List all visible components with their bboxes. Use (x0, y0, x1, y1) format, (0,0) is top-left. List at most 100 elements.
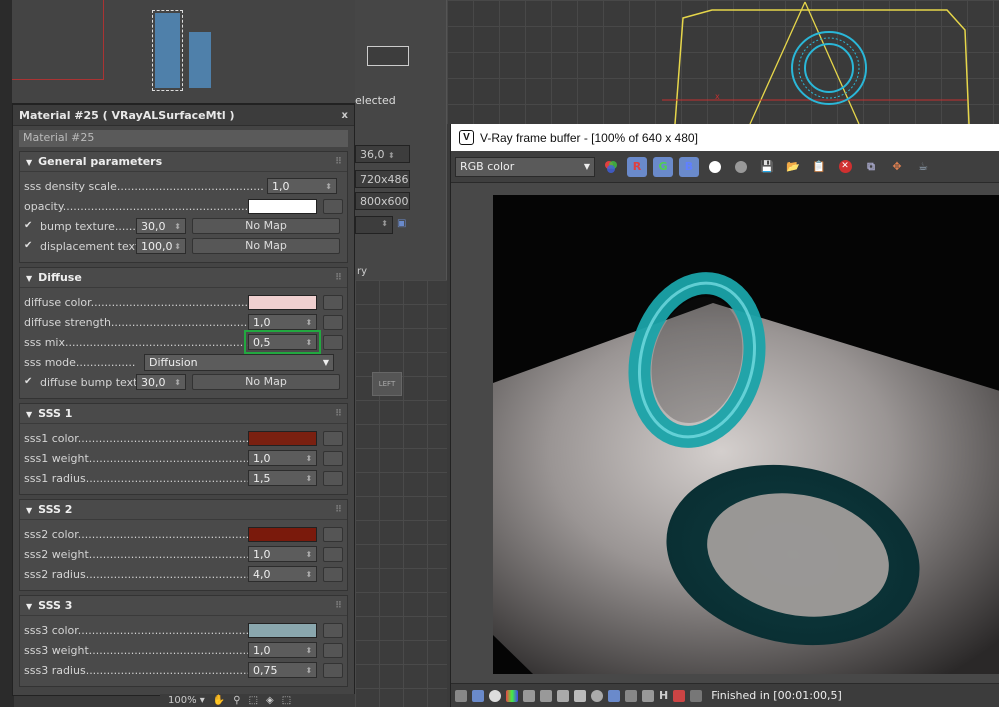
preview-swatch[interactable] (189, 32, 211, 88)
diffuse-strength-spinner[interactable]: 1,0 ⬍ (248, 314, 318, 330)
rollout-header-diffuse[interactable]: ▼ Diffuse ⠿ (20, 268, 347, 288)
bump-amount-spinner[interactable]: 30,0 ⬍ (136, 218, 186, 234)
sss-mode-dropdown[interactable]: Diffusion ▼ (144, 353, 334, 371)
spinner-arrows-icon[interactable]: ⬍ (306, 318, 313, 327)
render-image[interactable] (493, 195, 999, 674)
spinner-arrows-icon[interactable]: ⬍ (306, 338, 313, 347)
h-button[interactable]: H (659, 689, 668, 702)
spinner-arrows-icon[interactable]: ⬍ (174, 378, 181, 387)
sss1-radius-map-button[interactable] (323, 470, 343, 486)
hsl-icon[interactable] (523, 689, 535, 702)
sss1-weight-spinner[interactable]: 1,0 ⬍ (248, 450, 318, 466)
close-icon[interactable]: x (342, 110, 348, 121)
sss3-radius-map-button[interactable] (323, 662, 343, 678)
diffuse-bump-map-button[interactable]: No Map (192, 374, 340, 390)
track-mouse-icon[interactable]: ✥ (887, 157, 907, 177)
cube-icon[interactable]: ◈ (266, 695, 274, 706)
diffuse-bump-spinner[interactable]: 30,0 ⬍ (136, 374, 186, 390)
drag-handle-icon[interactable]: ⠿ (335, 409, 342, 419)
output-field[interactable] (367, 46, 409, 66)
clear-image-icon[interactable]: ✕ (835, 157, 855, 177)
curves-icon[interactable] (557, 689, 569, 702)
alpha-channel-icon[interactable] (705, 157, 725, 177)
region-icon[interactable] (690, 689, 703, 702)
lut-icon[interactable] (625, 689, 637, 702)
sss-mix-map-button[interactable] (323, 334, 343, 350)
sss3-weight-spinner[interactable]: 1,0 ⬍ (248, 642, 318, 658)
spinner-arrows-icon[interactable]: ⬍ (306, 474, 313, 483)
sss2-color-swatch[interactable] (248, 526, 318, 542)
rollout-header-sss1[interactable]: ▼ SSS 1 ⠿ (20, 404, 347, 424)
rollout-header-general[interactable]: ▼ General parameters ⠿ (20, 152, 347, 172)
spinner-arrows-icon[interactable]: ⬍ (306, 570, 313, 579)
bump-map-button[interactable]: No Map (192, 218, 340, 234)
rollout-header-sss2[interactable]: ▼ SSS 2 ⠿ (20, 500, 347, 520)
resolution-preset-1[interactable]: 720x486 (355, 170, 410, 188)
mono-channel-icon[interactable] (731, 157, 751, 177)
fit-icon[interactable]: ⬚ (282, 695, 291, 706)
spinner-arrows-icon[interactable]: ⬍ (174, 222, 181, 231)
opacity-color-swatch[interactable] (248, 198, 318, 214)
open-folder-icon[interactable]: 📂 (783, 157, 803, 177)
drag-handle-icon[interactable]: ⠿ (335, 157, 342, 167)
spinner-arrows-icon[interactable]: ⬍ (306, 666, 313, 675)
spinner-arrows-icon[interactable]: ⬍ (325, 182, 332, 191)
history-icon[interactable] (472, 689, 484, 702)
spinner-arrows-icon[interactable]: ⬍ (306, 550, 313, 559)
spinner-arrows-icon[interactable]: ⬍ (306, 454, 313, 463)
exposure-icon[interactable] (574, 689, 586, 702)
sss2-weight-spinner[interactable]: 1,0 ⬍ (248, 546, 318, 562)
white-balance-icon[interactable] (591, 689, 603, 702)
left-viewport-grid[interactable]: LEFT (355, 280, 447, 707)
drag-handle-icon[interactable]: ⠿ (335, 505, 342, 515)
save-icon[interactable]: 💾 (757, 157, 777, 177)
zoom-icon[interactable]: ⚲ (233, 695, 240, 706)
sss1-color-map-button[interactable] (323, 430, 343, 446)
diffuse-bump-checkbox[interactable]: ✔ (24, 376, 36, 388)
aspect-field[interactable]: ⬍ (355, 216, 393, 234)
displacement-checkbox[interactable]: ✔ (24, 240, 36, 252)
sss3-radius-spinner[interactable]: 0,75 ⬍ (248, 662, 318, 678)
fov-field[interactable]: 36,0 ⬍ (355, 145, 410, 163)
sss1-weight-map-button[interactable] (323, 450, 343, 466)
opacity-map-button[interactable] (323, 198, 343, 214)
rollout-header-sss3[interactable]: ▼ SSS 3 ⠿ (20, 596, 347, 616)
lock-icon[interactable]: ▣ (397, 218, 407, 230)
lens-effects-icon[interactable] (608, 689, 620, 702)
spinner-arrows-icon[interactable]: ⬍ (174, 242, 181, 251)
viewcube-left[interactable]: LEFT (372, 372, 402, 396)
preview-selected-swatch[interactable] (152, 10, 183, 91)
stereo-icon[interactable] (673, 689, 686, 702)
sss3-weight-map-button[interactable] (323, 642, 343, 658)
displacement-map-button[interactable]: No Map (192, 238, 340, 254)
render-teapot-icon[interactable]: ☕ (913, 157, 933, 177)
sss1-radius-spinner[interactable]: 1,5 ⬍ (248, 470, 318, 486)
drag-handle-icon[interactable]: ⠿ (335, 601, 342, 611)
spinner-arrows-icon[interactable]: ⬍ (306, 646, 313, 655)
sss3-color-swatch[interactable] (248, 622, 318, 638)
diffuse-strength-map-button[interactable] (323, 314, 343, 330)
resolution-preset-2[interactable]: 800x600 (355, 192, 410, 210)
sss2-weight-map-button[interactable] (323, 546, 343, 562)
folder-icon[interactable] (455, 689, 467, 702)
material-name-field[interactable]: Material #25 (19, 130, 348, 147)
sss2-radius-spinner[interactable]: 4,0 ⬍ (248, 566, 318, 582)
green-channel-button[interactable]: G (653, 156, 673, 177)
zoom-dropdown[interactable]: 100% ▾ (168, 695, 205, 706)
sss2-radius-map-button[interactable] (323, 566, 343, 582)
drag-handle-icon[interactable]: ⠿ (335, 273, 342, 283)
displacement-amount-spinner[interactable]: 100,0 ⬍ (136, 238, 186, 254)
sss3-color-map-button[interactable] (323, 622, 343, 638)
top-viewport[interactable]: x (447, 0, 999, 124)
zoom-region-icon[interactable]: ⬚ (249, 695, 258, 706)
pan-hand-icon[interactable]: ✋ (213, 695, 225, 706)
channel-dropdown[interactable]: RGB color ▼ (455, 156, 595, 177)
color-correction-icon[interactable] (506, 689, 518, 702)
sss-density-spinner[interactable]: 1,0 ⬍ (267, 178, 337, 194)
sss-mix-spinner[interactable]: 0,5 ⬍ (243, 330, 322, 354)
sss2-color-map-button[interactable] (323, 526, 343, 542)
levels-icon[interactable] (540, 689, 552, 702)
info-icon[interactable] (489, 689, 501, 702)
diffuse-color-map-button[interactable] (323, 294, 343, 310)
red-channel-button[interactable]: R (627, 156, 647, 177)
